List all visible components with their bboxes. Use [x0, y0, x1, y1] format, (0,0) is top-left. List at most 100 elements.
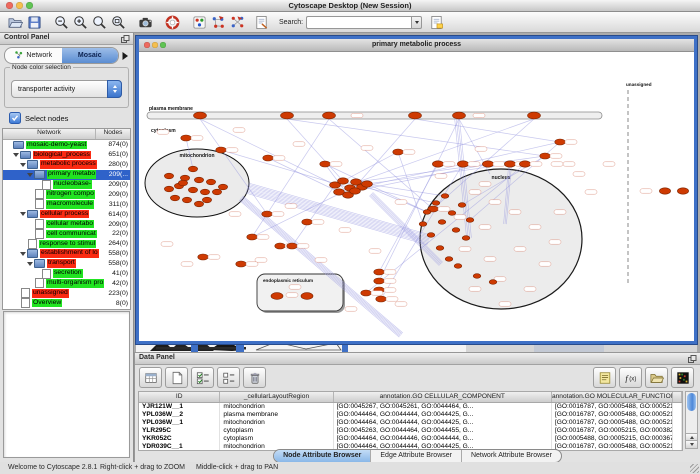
network-node[interactable] [182, 197, 191, 203]
tree-row[interactable]: nucleobase-209(0) [3, 180, 130, 190]
network-node[interactable] [441, 194, 449, 199]
unselect-attributes-icon[interactable] [217, 367, 240, 388]
column-header[interactable] [673, 392, 682, 402]
tree-row[interactable]: transport558(0) [3, 259, 130, 269]
tab-network[interactable]: Network [5, 48, 62, 63]
network-node[interactable] [194, 201, 203, 207]
network-node[interactable] [436, 246, 444, 251]
tree-row[interactable]: macromolecule311(0) [3, 199, 130, 209]
expand-triangle-icon[interactable] [27, 262, 33, 266]
network-node[interactable] [419, 222, 427, 227]
network-node[interactable] [202, 197, 211, 203]
network-node[interactable] [247, 234, 257, 240]
network-node[interactable] [458, 203, 466, 208]
network-node[interactable] [555, 139, 565, 145]
zoom-out-icon[interactable] [52, 13, 71, 31]
network-node[interactable] [170, 195, 179, 201]
network-node[interactable] [445, 257, 453, 262]
network-node[interactable] [504, 161, 515, 167]
network-node[interactable] [376, 296, 386, 302]
network-node[interactable] [462, 236, 470, 241]
network-node[interactable] [350, 188, 361, 194]
network-node[interactable] [454, 264, 462, 269]
search-dropdown-button[interactable] [411, 16, 422, 29]
network-node[interactable] [452, 228, 460, 233]
network-node[interactable] [212, 189, 221, 195]
tab-mosaic[interactable]: Mosaic [62, 48, 119, 63]
apply-layout-alt-icon[interactable] [228, 13, 247, 31]
network-node[interactable] [438, 220, 446, 225]
network-node[interactable] [393, 149, 403, 155]
network-node[interactable] [448, 211, 456, 216]
tree-row[interactable]: secretion41(0) [3, 269, 130, 279]
network-node[interactable] [489, 280, 497, 285]
network-node[interactable] [216, 147, 226, 153]
network-node[interactable] [466, 218, 474, 223]
expand-triangle-icon[interactable] [20, 252, 26, 256]
attribute-table-icon[interactable] [139, 367, 162, 388]
column-header[interactable]: _cellularLayoutRegion [220, 392, 333, 402]
network-canvas[interactable]: plasma membranecytoplasmmitochondrionnuc… [139, 52, 694, 341]
apply-layout-icon[interactable] [209, 13, 228, 31]
network-node[interactable] [206, 179, 215, 185]
tree-row[interactable]: establishment of lo558(0) [3, 249, 130, 259]
import-attributes-icon[interactable] [645, 367, 668, 388]
network-node[interactable] [432, 201, 440, 206]
tree-row[interactable]: unassigned223(0) [3, 288, 130, 298]
tree-row[interactable]: metabolic process280(0) [3, 160, 130, 170]
column-header[interactable]: annotation.GO CELLULAR_COMPONENT [334, 392, 552, 402]
tree-row[interactable]: response to stimul264(0) [3, 239, 130, 249]
tab-edge-attribute-browser[interactable]: Edge Attribute Browser [371, 450, 462, 462]
vizmapper-icon[interactable] [190, 13, 209, 31]
network-node[interactable] [194, 177, 203, 183]
float-panel-icon[interactable] [121, 35, 130, 43]
network-node[interactable] [482, 161, 493, 167]
network-node[interactable] [287, 243, 297, 249]
zoom-selected-icon[interactable] [90, 13, 109, 31]
network-node[interactable] [188, 187, 197, 193]
network-node[interactable] [200, 189, 209, 195]
network-node[interactable] [271, 293, 283, 300]
node-color-dropdown[interactable]: transporter activity [11, 80, 122, 98]
save-session-icon[interactable] [25, 13, 44, 31]
birds-eye-view[interactable] [3, 311, 130, 458]
help-lifebuoy-icon[interactable] [163, 13, 182, 31]
float-panel-icon[interactable] [688, 355, 697, 363]
snapshot-camera-icon[interactable] [136, 13, 155, 31]
column-header[interactable]: ID [139, 392, 220, 402]
search-config-icon[interactable] [252, 13, 271, 31]
network-node[interactable] [659, 188, 670, 194]
network-node[interactable] [473, 274, 481, 279]
network-node[interactable] [181, 135, 191, 141]
table-row[interactable]: YJR121W__1mitochondrion[GO:0045267, GO:0… [139, 403, 682, 411]
network-node[interactable] [423, 210, 431, 215]
table-row[interactable]: YPL036W__1mitochondrion[GO:0044464, GO:0… [139, 419, 682, 427]
network-node[interactable] [453, 112, 466, 119]
annotation-icon[interactable] [427, 13, 446, 31]
formula-builder-icon[interactable]: f(x) [619, 367, 642, 388]
column-header[interactable]: annotation.GO MOLECULAR_FUNCTION [552, 392, 673, 402]
tab-node-attribute-browser[interactable]: Node Attribute Browser [274, 450, 371, 462]
network-node[interactable] [281, 112, 294, 119]
open-session-icon[interactable] [6, 13, 25, 31]
tab-overflow-arrow-icon[interactable] [121, 50, 130, 61]
expand-triangle-icon[interactable] [27, 173, 33, 177]
network-node[interactable] [677, 188, 688, 194]
network-node[interactable] [374, 269, 384, 275]
network-node[interactable] [409, 112, 422, 119]
network-node[interactable] [320, 161, 330, 167]
zoom-fit-icon[interactable] [109, 13, 128, 31]
network-node[interactable] [194, 112, 207, 119]
network-node[interactable] [188, 166, 197, 172]
zoom-in-icon[interactable] [71, 13, 90, 31]
tree-row[interactable]: mosaic-demo-yeast874(0) [3, 140, 130, 150]
network-node[interactable] [528, 112, 541, 119]
select-attributes-icon[interactable] [191, 367, 214, 388]
tree-column-nodes[interactable]: Nodes [96, 129, 130, 139]
network-node[interactable] [540, 153, 550, 159]
network-node[interactable] [361, 290, 371, 296]
network-node[interactable] [362, 181, 373, 187]
network-node[interactable] [236, 261, 246, 267]
network-node[interactable] [323, 112, 336, 119]
tree-column-network[interactable]: Network [3, 129, 96, 139]
